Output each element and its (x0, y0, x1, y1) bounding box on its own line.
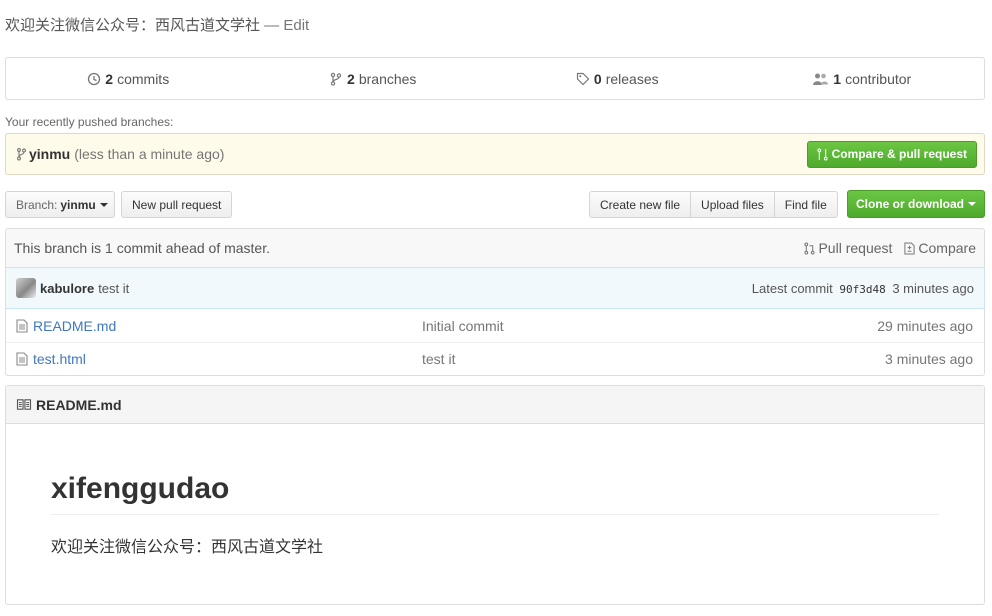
file-age: 3 minutes ago (885, 351, 973, 367)
repo-description-text: 欢迎关注微信公众号：西风古道文学社 (5, 17, 261, 34)
create-new-file-button[interactable]: Create new file (589, 191, 692, 218)
file-name-cell: README.md (16, 318, 422, 334)
file-list: README.md Initial commit 29 minutes ago … (5, 309, 985, 376)
recent-branches-label: Your recently pushed branches: (5, 115, 174, 129)
git-compare-icon (817, 147, 828, 161)
readme-header: README.md (6, 386, 984, 424)
file-age: 29 minutes ago (877, 317, 973, 334)
recent-branch-name: yinmu (29, 146, 71, 162)
clone-download-label: Clone or download (856, 197, 964, 211)
git-branch-icon (330, 72, 342, 86)
latest-commit-info: Latest commit 90f3d48 3 minutes ago (752, 281, 974, 296)
commit-message[interactable]: test it (98, 281, 129, 296)
file-diff-icon (904, 241, 915, 255)
branches-link[interactable]: 2 branches (251, 71, 496, 87)
releases-link[interactable]: 0 releases (495, 71, 740, 87)
compare-pull-request-label: Compare & pull request (831, 147, 967, 161)
file-commit-message[interactable]: test it (422, 351, 885, 367)
compare-pull-request-button[interactable]: Compare & pull request (806, 140, 977, 168)
file-link[interactable]: test.html (33, 351, 86, 367)
commits-link[interactable]: 2 commits (6, 71, 251, 87)
readme-filename: README.md (36, 396, 122, 413)
upload-files-button[interactable]: Upload files (690, 191, 775, 218)
branch-select-label: Branch: (16, 197, 58, 212)
file-row: test.html test it 3 minutes ago (6, 342, 984, 375)
clone-download-button[interactable]: Clone or download (847, 190, 985, 218)
git-branch-icon (17, 148, 26, 161)
new-pull-request-button[interactable]: New pull request (121, 191, 233, 218)
branches-count: 2 (347, 70, 355, 87)
people-icon (813, 73, 829, 85)
numbers-summary: 2 commits 2 branches 0 releases 1 contri… (5, 57, 985, 100)
commit-tease: kabulore test it Latest commit 90f3d48 3… (5, 267, 985, 309)
branch-ahead-text: This branch is 1 commit ahead of master. (14, 240, 270, 256)
compare-link[interactable]: Compare (904, 240, 976, 256)
edit-description-link[interactable]: Edit (283, 17, 309, 34)
latest-commit-label: Latest commit (751, 280, 833, 296)
recent-branch-bar: yinmu (less than a minute ago) Compare &… (5, 133, 985, 175)
releases-count: 0 (593, 70, 602, 87)
file-commit-message[interactable]: Initial commit (422, 318, 877, 334)
file-link[interactable]: README.md (33, 318, 116, 334)
find-file-button[interactable]: Find file (773, 191, 838, 218)
compare-label: Compare (918, 240, 976, 256)
branch-select-value: yinmu (60, 197, 96, 212)
commit-sha[interactable]: 90f3d48 (839, 283, 885, 296)
commits-count: 2 (105, 70, 114, 87)
chevron-down-icon (99, 202, 108, 207)
chevron-down-icon (968, 202, 976, 206)
pull-request-label: Pull request (818, 240, 893, 256)
contributors-label: contributor (845, 70, 912, 87)
readme-paragraph: 欢迎关注微信公众号：西风古道文学社 (51, 539, 324, 556)
releases-label: releases (605, 70, 659, 87)
commit-author[interactable]: kabulore (40, 281, 94, 296)
file-name-cell: test.html (16, 351, 422, 367)
avatar[interactable] (16, 278, 36, 298)
commits-label: commits (117, 70, 170, 87)
history-icon (88, 72, 101, 85)
recent-branch-time: (less than a minute ago) (74, 146, 225, 162)
branch-infobar: This branch is 1 commit ahead of master.… (5, 228, 985, 267)
readme-heading: xifenggudao (51, 472, 939, 515)
branches-label: branches (358, 70, 417, 87)
contributors-link[interactable]: 1 contributor (740, 71, 985, 87)
file-text-icon (16, 318, 28, 333)
pull-request-link[interactable]: Pull request (804, 240, 892, 256)
readme-panel: README.md xifenggudao 欢迎关注微信公众号：西风古道文学社 (5, 385, 985, 605)
branch-select-button[interactable]: Branch: yinmu (5, 191, 115, 218)
contributors-count: 1 (833, 70, 842, 87)
file-actions-group: Create new file Upload files Find file (589, 191, 838, 218)
readme-body: xifenggudao 欢迎关注微信公众号：西风古道文学社 (6, 472, 984, 557)
latest-commit-age: 3 minutes ago (892, 280, 974, 296)
recent-branch[interactable]: yinmu (16, 146, 70, 162)
git-pull-request-icon (804, 241, 816, 255)
book-icon (16, 399, 32, 410)
file-text-icon (16, 352, 28, 366)
repo-description: 欢迎关注微信公众号：西风古道文学社 — Edit (5, 14, 309, 35)
repo-description-separator: — (260, 17, 284, 34)
file-row: README.md Initial commit 29 minutes ago (6, 309, 984, 342)
tag-icon (576, 72, 590, 85)
